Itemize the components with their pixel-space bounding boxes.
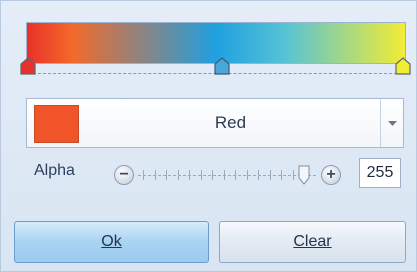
clear-button[interactable]: Clear <box>219 221 406 263</box>
slider-tick <box>292 170 294 180</box>
slider-tick <box>166 170 167 180</box>
ok-button[interactable]: Ok <box>14 221 209 263</box>
alpha-decrease-button[interactable]: − <box>114 165 134 185</box>
alpha-slider-thumb[interactable] <box>298 165 310 185</box>
slider-tick <box>246 170 248 180</box>
gradient-stop-blue[interactable] <box>214 57 230 75</box>
slider-tick <box>258 170 259 180</box>
gradient-stop-yellow[interactable] <box>395 57 411 75</box>
color-dropdown[interactable]: Red <box>26 98 404 148</box>
slider-tick <box>177 170 179 180</box>
alpha-slider-track[interactable] <box>138 175 316 176</box>
gradient-stop-red[interactable] <box>20 57 36 75</box>
slider-tick <box>223 170 225 180</box>
chevron-down-icon <box>387 114 397 132</box>
dropdown-button[interactable] <box>380 99 403 147</box>
alpha-label: Alpha <box>34 162 75 179</box>
slider-tick <box>143 170 144 180</box>
alpha-value-input[interactable]: 255 <box>359 158 401 188</box>
slider-tick <box>189 170 190 180</box>
plus-icon: + <box>326 166 336 183</box>
color-swatch <box>34 105 79 143</box>
slider-tick <box>281 170 282 180</box>
slider-tick <box>235 170 236 180</box>
slider-tick <box>154 170 156 180</box>
slider-tick <box>269 170 271 180</box>
gradient-editor-panel: Red Alpha − + 255 Ok Clear <box>0 0 417 272</box>
slider-tick <box>200 170 202 180</box>
minus-icon: − <box>119 166 129 183</box>
alpha-increase-button[interactable]: + <box>321 165 341 185</box>
slider-tick <box>212 170 213 180</box>
color-name-label: Red <box>214 113 247 132</box>
